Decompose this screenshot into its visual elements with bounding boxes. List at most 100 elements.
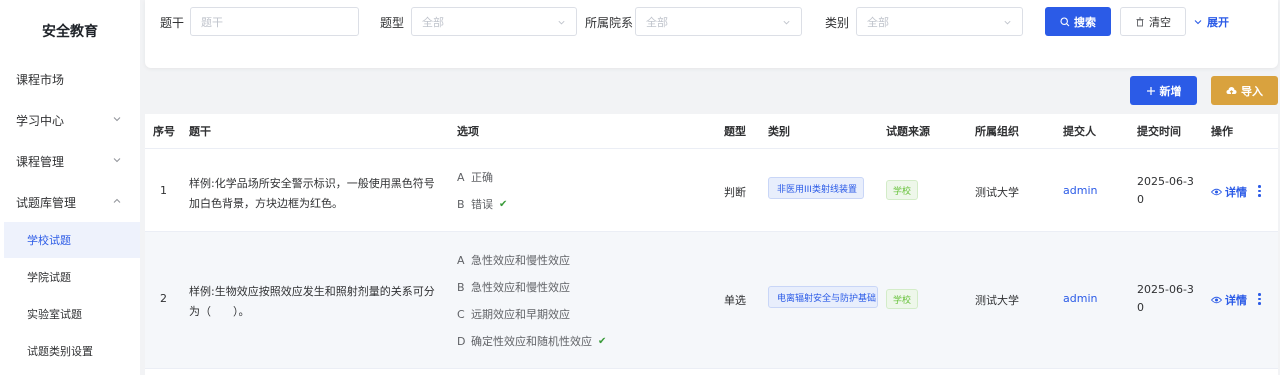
header-action: 操作 — [1211, 125, 1233, 138]
type-filter-label: 题型 — [380, 16, 405, 30]
college-filter-label: 所属院系 — [585, 16, 634, 30]
type-select[interactable]: 全部 — [411, 7, 577, 36]
detail-button-label: 详情 — [1225, 294, 1247, 307]
category-tag: 非医用III类射线装置 — [768, 177, 864, 199]
sidebar-subitem-lab-questions[interactable]: 实验室试题 — [4, 296, 140, 332]
option-letter: B — [457, 280, 465, 294]
college-select[interactable]: 全部 — [635, 7, 802, 36]
sidebar-subitem-category-settings[interactable]: 试题类别设置 — [4, 333, 140, 369]
option-text: 正确 — [471, 171, 493, 184]
chevron-down-icon — [1004, 20, 1011, 25]
row-time-line2: 0 — [1137, 193, 1144, 206]
chevron-down-icon — [783, 20, 790, 25]
sidebar-item-label: 试题库管理 — [16, 195, 77, 210]
more-actions-icon[interactable] — [1258, 293, 1262, 305]
sidebar-item-learning-center[interactable]: 学习中心 — [0, 101, 140, 139]
question-table: 序号 题干 选项 题型 类别 试题来源 所属组织 提交人 提交时间 操作 1 样… — [145, 114, 1278, 375]
sidebar-subitem-college-questions[interactable]: 学院试题 — [4, 259, 140, 295]
search-button[interactable]: 搜索 — [1045, 7, 1111, 36]
row-stem: 样例:生物效应按照效应发生和照射剂量的关系可分为（ ）。 — [189, 285, 435, 318]
add-button-label: 新增 — [1159, 84, 1182, 98]
row-time-line1: 2025-06-3 — [1137, 175, 1194, 188]
category-tag: 电离辐射安全与防护基础 — [768, 286, 878, 308]
clear-button-label: 清空 — [1149, 15, 1171, 29]
detail-button-label: 详情 — [1225, 186, 1247, 199]
add-button[interactable]: 新增 — [1130, 76, 1197, 105]
option-item: A 急性效应和慢性效应 — [457, 252, 570, 268]
row-org: 测试大学 — [975, 186, 1019, 199]
option-letter: B — [457, 197, 465, 211]
option-item: C 远期效应和早期效应 — [457, 306, 570, 322]
option-item: B 错误 ✔ — [457, 196, 507, 212]
sidebar-subitem-label: 学校试题 — [27, 234, 71, 247]
header-index: 序号 — [153, 125, 175, 138]
sidebar: 安全教育 课程市场 学习中心 课程管理 试题库管理 学校试题 学院试题 实验室试… — [0, 0, 140, 375]
source-tag: 学校 — [886, 180, 919, 200]
stem-search-input[interactable]: 题干 — [190, 7, 359, 36]
type-select-value: 全部 — [422, 15, 444, 29]
row-time-line1: 2025-06-3 — [1137, 283, 1194, 296]
submitter-link[interactable]: admin — [1063, 292, 1097, 305]
detail-button[interactable]: 详情 — [1211, 292, 1247, 308]
header-time: 提交时间 — [1137, 125, 1181, 138]
eye-icon — [1211, 296, 1222, 304]
expand-button-label: 展开 — [1207, 15, 1229, 29]
source-tag: 学校 — [886, 289, 919, 309]
option-text: 错误 — [471, 198, 493, 211]
category-select[interactable]: 全部 — [856, 7, 1023, 36]
clear-button[interactable]: 清空 — [1120, 7, 1186, 36]
expand-button[interactable]: 展开 — [1190, 7, 1232, 36]
submitter-link[interactable]: admin — [1063, 184, 1097, 197]
category-select-value: 全部 — [867, 15, 889, 29]
header-category: 类别 — [768, 125, 790, 138]
sidebar-subitem-school-questions[interactable]: 学校试题 — [4, 222, 140, 258]
filter-panel: 题干 题干 题型 全部 所属院系 全部 类别 全部 搜索 清空 展开 — [145, 0, 1278, 68]
table-row: 1 样例:化学品场所安全警示标识，一般使用黑色符号加白色背景，方块边框为红色。 … — [145, 149, 1278, 231]
correct-check-icon: ✔ — [499, 198, 508, 210]
sidebar-item-label: 课程市场 — [16, 72, 65, 87]
sidebar-item-label: 学习中心 — [16, 113, 65, 128]
sidebar-subitem-label: 试题类别设置 — [27, 345, 93, 358]
sidebar-subitem-label: 学院试题 — [27, 271, 71, 284]
option-text: 远期效应和早期效应 — [471, 308, 570, 321]
header-submitter: 提交人 — [1063, 125, 1096, 138]
eye-icon — [1211, 188, 1222, 196]
option-letter: A — [457, 253, 465, 267]
import-button[interactable]: 导入 — [1211, 76, 1278, 105]
row-stem: 样例:化学品场所安全警示标识，一般使用黑色符号加白色背景，方块边框为红色。 — [189, 177, 435, 210]
stem-filter-label: 题干 — [160, 16, 185, 30]
header-org: 所属组织 — [975, 125, 1019, 138]
college-select-value: 全部 — [646, 15, 668, 29]
category-filter-label: 类别 — [825, 16, 850, 30]
option-letter: C — [457, 307, 465, 321]
header-source: 试题来源 — [886, 125, 930, 138]
app-title: 安全教育 — [42, 24, 98, 40]
option-text: 确定性效应和随机性效应 — [471, 335, 592, 348]
row-index: 1 — [160, 184, 167, 197]
header-stem: 题干 — [189, 125, 211, 138]
chevron-down-icon — [113, 158, 121, 163]
chevron-up-icon — [113, 198, 121, 203]
sidebar-item-course-market[interactable]: 课程市场 — [0, 60, 140, 98]
sidebar-item-label: 课程管理 — [16, 154, 65, 169]
row-divider — [145, 368, 1278, 369]
sidebar-item-question-bank[interactable]: 试题库管理 — [0, 183, 140, 221]
row-type: 判断 — [724, 186, 746, 199]
option-item: D 确定性效应和随机性效应 ✔ — [457, 333, 606, 349]
search-button-label: 搜索 — [1074, 15, 1096, 29]
row-org: 测试大学 — [975, 294, 1019, 307]
import-button-label: 导入 — [1241, 84, 1263, 98]
header-type: 题型 — [724, 125, 746, 138]
chevron-down-icon — [558, 20, 565, 25]
sidebar-item-course-management[interactable]: 课程管理 — [0, 142, 140, 180]
detail-button[interactable]: 详情 — [1211, 184, 1247, 200]
table-row: 2 样例:生物效应按照效应发生和照射剂量的关系可分为（ ）。 A 急性效应和慢性… — [145, 232, 1278, 368]
row-index: 2 — [160, 292, 167, 305]
option-item: A 正确 — [457, 169, 493, 185]
sidebar-subitem-label: 实验室试题 — [27, 308, 82, 321]
cloud-upload-icon — [1226, 86, 1237, 95]
plus-icon — [1146, 86, 1155, 95]
row-time-line2: 0 — [1137, 301, 1144, 314]
more-actions-icon[interactable] — [1258, 185, 1262, 197]
option-text: 急性效应和慢性效应 — [471, 281, 570, 294]
